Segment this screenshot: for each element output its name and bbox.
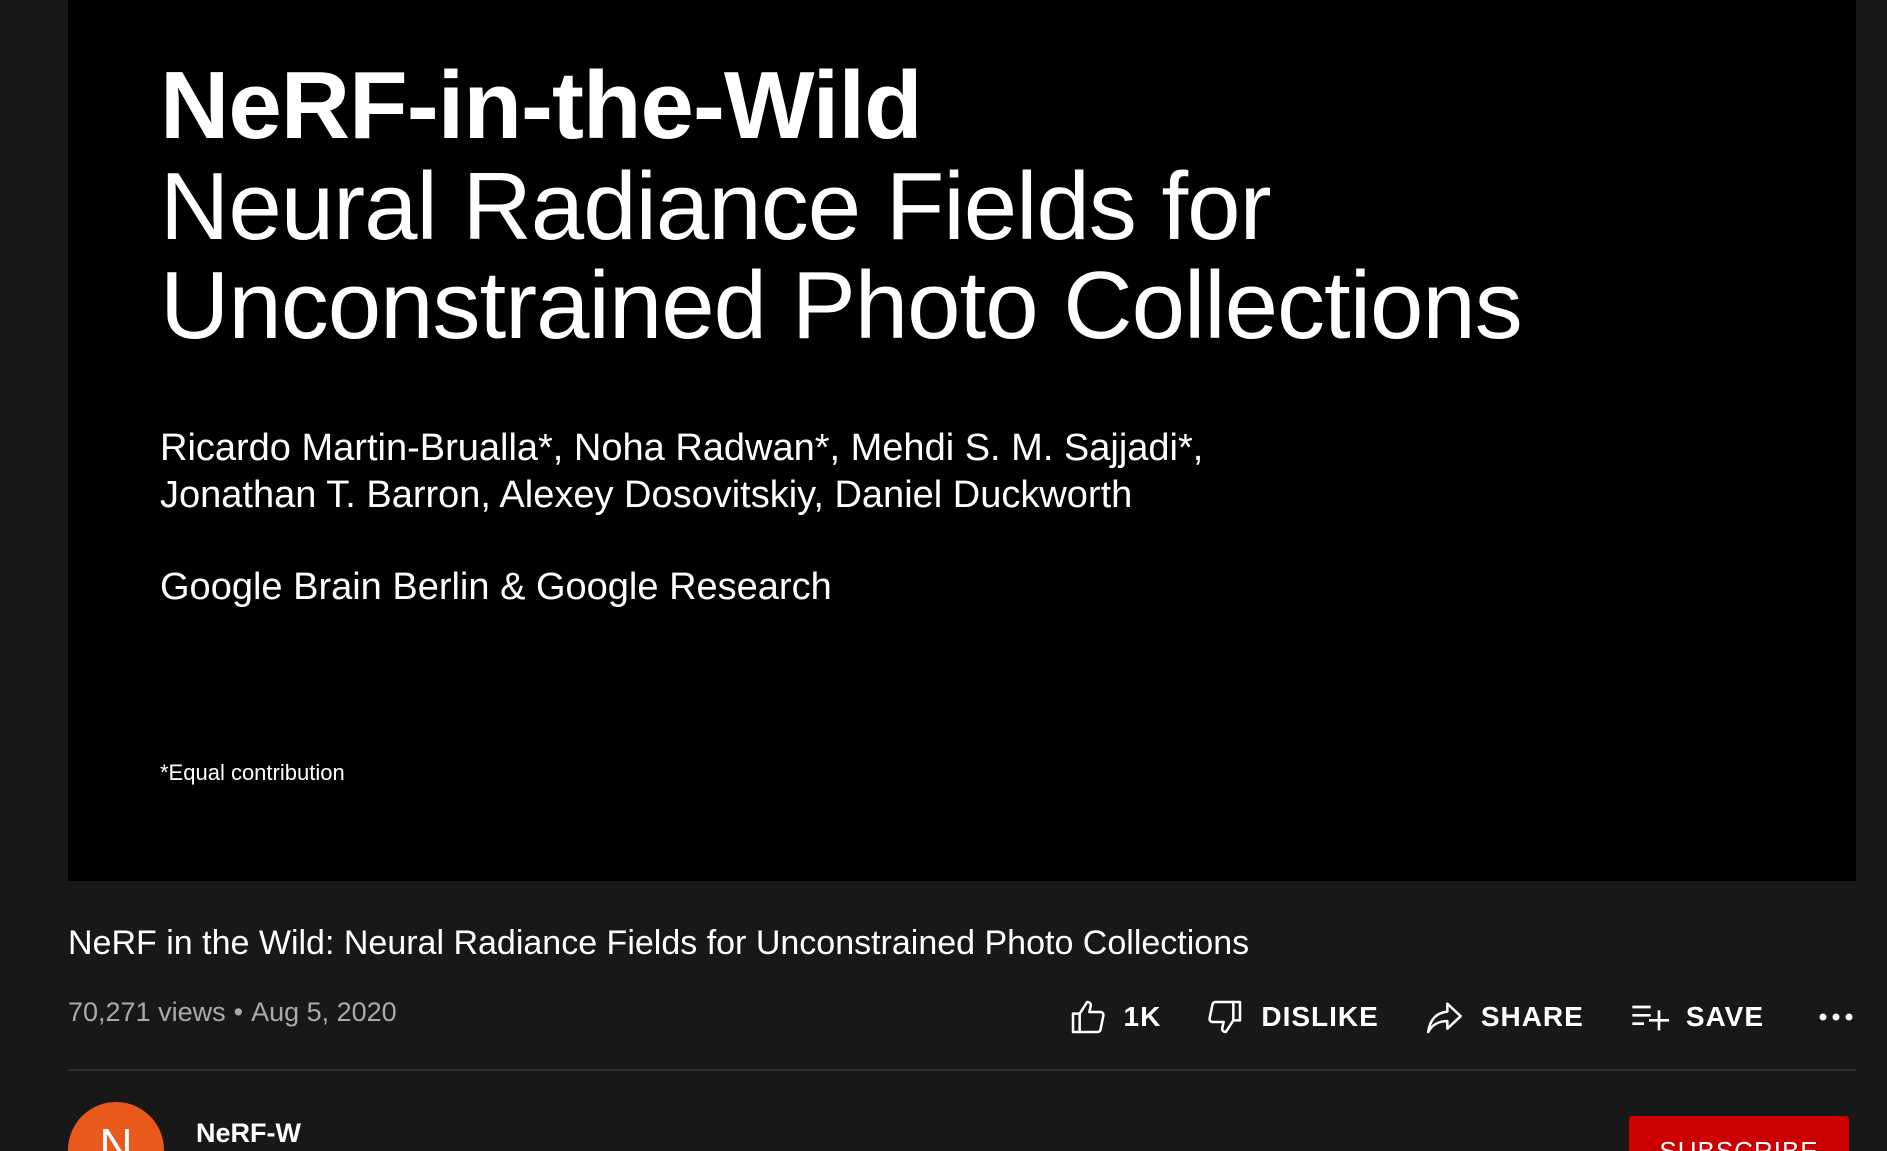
- action-bar: 1K DISLIKE SHARE SAVE: [1068, 993, 1856, 1041]
- slide-author-line: Ricardo Martin-Brualla*, Noha Radwan*, M…: [160, 427, 1204, 469]
- share-label: SHARE: [1480, 1001, 1584, 1032]
- subscribe-label: SUBSCRIBE: [1659, 1136, 1819, 1151]
- channel-name[interactable]: NeRF-W: [196, 1118, 301, 1149]
- playlist-add-icon: [1632, 1005, 1669, 1031]
- subscribe-button[interactable]: SUBSCRIBE: [1629, 1116, 1849, 1151]
- slide-footnote: *Equal contribution: [160, 760, 345, 785]
- more-actions-button[interactable]: [1816, 997, 1856, 1037]
- video-watch-page: NeRF-in-the-Wild Neural Radiance Fields …: [0, 0, 1887, 1151]
- avatar-letter: N: [99, 1119, 133, 1151]
- view-count: 70,271 views: [68, 997, 226, 1027]
- slide-author-line: Jonathan T. Barron, Alexey Dosovitskiy, …: [160, 474, 1133, 516]
- slide-subtitle-line: Unconstrained Photo Collections: [160, 252, 1523, 359]
- like-button[interactable]: 1K: [1068, 997, 1162, 1037]
- thumbs-down-icon: [1208, 1000, 1242, 1034]
- save-button[interactable]: SAVE: [1628, 997, 1764, 1037]
- more-horizontal-icon: [1819, 1013, 1853, 1021]
- like-count: 1K: [1123, 1001, 1162, 1032]
- video-meta: 70,271 views • Aug 5, 2020: [68, 997, 397, 1028]
- channel-avatar[interactable]: N: [68, 1102, 164, 1151]
- slide-affiliation: Google Brain Berlin & Google Research: [160, 566, 832, 608]
- video-title: NeRF in the Wild: Neural Radiance Fields…: [68, 924, 1250, 962]
- share-arrow-icon: [1426, 1002, 1462, 1034]
- slide-authors: Ricardo Martin-Brualla*, Noha Radwan*, M…: [160, 425, 1203, 519]
- meta-separator: •: [233, 997, 244, 1027]
- share-button[interactable]: SHARE: [1423, 997, 1584, 1037]
- section-divider: [68, 1069, 1856, 1071]
- slide-title: NeRF-in-the-Wild: [160, 52, 923, 159]
- dislike-button[interactable]: DISLIKE: [1205, 997, 1378, 1037]
- upload-date: Aug 5, 2020: [251, 997, 397, 1027]
- save-label: SAVE: [1685, 1001, 1764, 1032]
- video-player[interactable]: NeRF-in-the-Wild Neural Radiance Fields …: [68, 0, 1856, 881]
- slide-subtitle-line: Neural Radiance Fields for: [160, 153, 1272, 260]
- dislike-label: DISLIKE: [1261, 1001, 1379, 1032]
- slide-subtitle: Neural Radiance Fields for Unconstrained…: [160, 153, 1523, 359]
- thumbs-up-icon: [1071, 1000, 1105, 1034]
